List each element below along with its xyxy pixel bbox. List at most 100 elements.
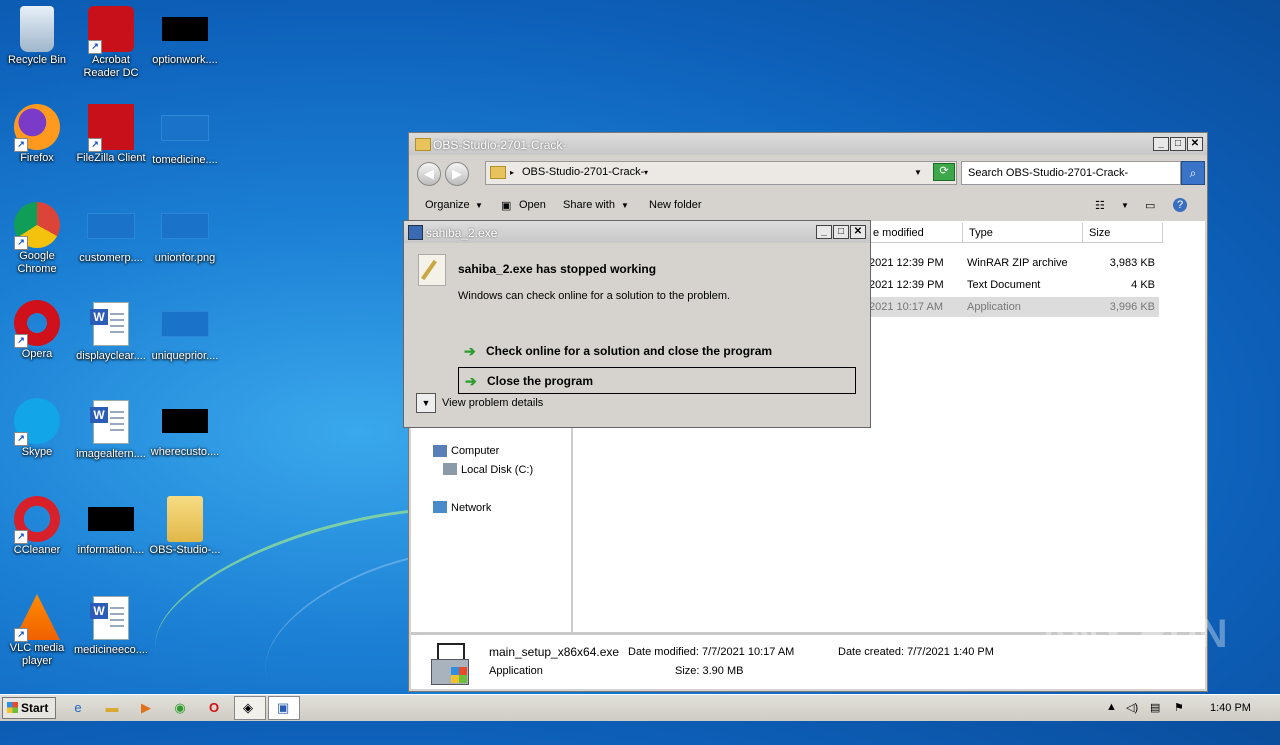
taskbar: Start e ▬ ▶ ◉ O ◈ ▣ ▲ ◁) ▤ ⚑ 1:40 PM [0,694,1280,721]
desktop-icon[interactable]: ↗ CCleaner [0,496,74,557]
image-thumbnail-icon [161,311,209,337]
views-dropdown-icon[interactable]: ▼ [1121,201,1129,210]
dialog-maximize-button[interactable]: □ [833,225,849,239]
nav-network[interactable]: Network [451,502,491,514]
share-dropdown-icon[interactable]: ▼ [621,201,629,210]
desktop-icon[interactable]: Wdisplayclear.... [74,300,148,363]
desktop-icon[interactable]: tomedicine.... [148,104,222,167]
check-online-option[interactable]: ➔ Check online for a solution and close … [458,338,856,365]
search-icon[interactable]: ⌕ [1181,161,1205,185]
desktop-icon[interactable]: Wmedicineeco.... [74,594,148,657]
address-history-dropdown-icon[interactable]: ▼ [914,168,922,177]
nav-computer[interactable]: Computer [451,445,499,457]
file-size: 3,996 KB [1109,301,1155,313]
forward-button[interactable]: ▶ [445,162,469,186]
desktop-icon[interactable]: unionfor.png [148,202,222,265]
desktop-icon[interactable]: Recycle Bin [0,6,74,67]
back-button[interactable]: ◀ [417,162,441,186]
desktop-icon[interactable]: uniqueprior.... [148,300,222,363]
desktop-icon[interactable]: ↗ Skype [0,398,74,459]
application-icon [429,641,473,685]
check-online-label: Check online for a solution and close th… [486,344,773,358]
media-player-icon[interactable]: ▶ [136,698,156,718]
maximize-button[interactable]: □ [1170,137,1186,151]
internet-explorer-icon[interactable]: e [68,698,88,718]
local-disk-icon [443,463,457,475]
nav-local-disk[interactable]: Local Disk (C:) [461,464,533,476]
desktop-icon[interactable]: ↗ Google Chrome [0,202,74,276]
explorer-titlebar[interactable]: OBS-Studio-2701-Crack- _ □ ✕ [409,133,1207,155]
show-hidden-icons-icon[interactable]: ▲ [1106,701,1117,713]
preview-pane-icon[interactable]: ▭ [1145,199,1155,212]
desktop-icon[interactable]: OBS-Studio-... [148,496,222,557]
shortcut-arrow-icon: ↗ [14,432,28,446]
column-type[interactable]: Type [963,223,1083,243]
windows-logo-icon [7,702,18,713]
black-thumbnail-icon [88,507,134,531]
network-tray-icon[interactable]: ▤ [1150,701,1160,714]
desktop-icon[interactable]: wherecusto.... [148,398,222,459]
desktop-icon-label: Google Chrome [17,250,57,275]
shortcut-arrow-icon: ↗ [14,334,28,348]
desktop-icon[interactable]: Wimagealtern.... [74,398,148,461]
close-program-label: Close the program [487,374,594,388]
address-field[interactable]: ▸ OBS-Studio-2701-Crack- ▾ ▼ [485,161,957,185]
green-arrow-icon: ➔ [464,343,476,359]
volume-icon[interactable]: ◁) [1126,701,1138,714]
details-filename: main_setup_x86x64.exe [489,645,620,659]
desktop-icon[interactable]: information.... [74,496,148,557]
file-size: 3,983 KB [1109,257,1155,269]
recycle-bin-icon [20,6,54,52]
column-size[interactable]: Size [1083,223,1163,243]
close-button[interactable]: ✕ [1187,137,1203,151]
organize-button[interactable]: Organize [425,199,470,211]
file-modified: 2021 12:39 PM [869,279,944,291]
new-folder-button[interactable]: New folder [649,199,702,211]
dialog-title: sahiba_2.exe [426,226,498,240]
dialog-minimize-button[interactable]: _ [816,225,832,239]
shortcut-arrow-icon: ↗ [14,628,28,642]
desktop-icon-label: wherecusto.... [150,446,220,458]
minimize-button[interactable]: _ [1153,137,1169,151]
folder-icon [490,166,506,179]
task-explorer-window[interactable]: ◈ [234,696,266,720]
desktop-icon[interactable]: ↗ Opera [0,300,74,361]
action-center-flag-icon[interactable]: ⚑ [1174,701,1184,714]
explorer-folder-icon[interactable]: ▬ [102,698,122,718]
details-size: Size: 3.90 MB [675,665,744,677]
system-tray: ▲ ◁) ▤ ⚑ 1:40 PM [1100,695,1280,721]
dialog-close-button[interactable]: ✕ [850,225,866,239]
column-date-modified[interactable]: e modified [867,223,963,243]
start-button[interactable]: Start [2,697,56,719]
desktop-icon-label: information.... [77,544,145,556]
dialog-titlebar[interactable]: sahiba_2.exe _ □ ✕ [404,221,870,243]
desktop-icon[interactable]: ↗ FileZilla Client [74,104,148,165]
share-with-button[interactable]: Share with [563,199,615,211]
desktop-icon[interactable]: optionwork.... [148,6,222,67]
desktop-icon[interactable]: ↗ VLC media player [0,594,74,668]
desktop-icon[interactable]: ↗ Acrobat Reader DC [74,6,148,80]
desktop-icon-label: FileZilla Client [76,152,146,164]
task-error-dialog[interactable]: ▣ [268,696,300,720]
clock[interactable]: 1:40 PM [1210,702,1251,714]
breadcrumb-current[interactable]: OBS-Studio-2701-Crack- [522,166,644,178]
desktop-icon[interactable]: customerp.... [74,202,148,265]
desktop-icon-label: displayclear.... [76,350,146,362]
desktop-icon-label: unionfor.png [154,252,216,264]
desktop-icon[interactable]: ↗ Firefox [0,104,74,165]
opera-taskbar-icon[interactable]: O [204,698,224,718]
views-icon[interactable]: ☷ [1095,199,1105,212]
open-button[interactable]: Open [519,199,546,211]
chrome-taskbar-icon[interactable]: ◉ [170,698,190,718]
black-thumbnail-icon [162,17,208,41]
close-program-option[interactable]: ➔ Close the program [458,367,856,394]
shortcut-arrow-icon: ↗ [88,40,102,54]
organize-dropdown-icon[interactable]: ▼ [475,201,483,210]
help-icon[interactable]: ? [1173,198,1187,212]
search-input[interactable]: Search OBS-Studio-2701-Crack- [961,161,1181,185]
desktop-icon-label: customerp.... [79,252,143,264]
address-bar-row: ◀ ▶ ▸ OBS-Studio-2701-Crack- ▾ ▼ ⟳ Searc… [411,157,1205,189]
breadcrumb-dropdown-icon[interactable]: ▾ [644,168,648,177]
refresh-button[interactable]: ⟳ [933,163,955,181]
expand-details-chevron-icon[interactable]: ▼ [416,393,436,413]
